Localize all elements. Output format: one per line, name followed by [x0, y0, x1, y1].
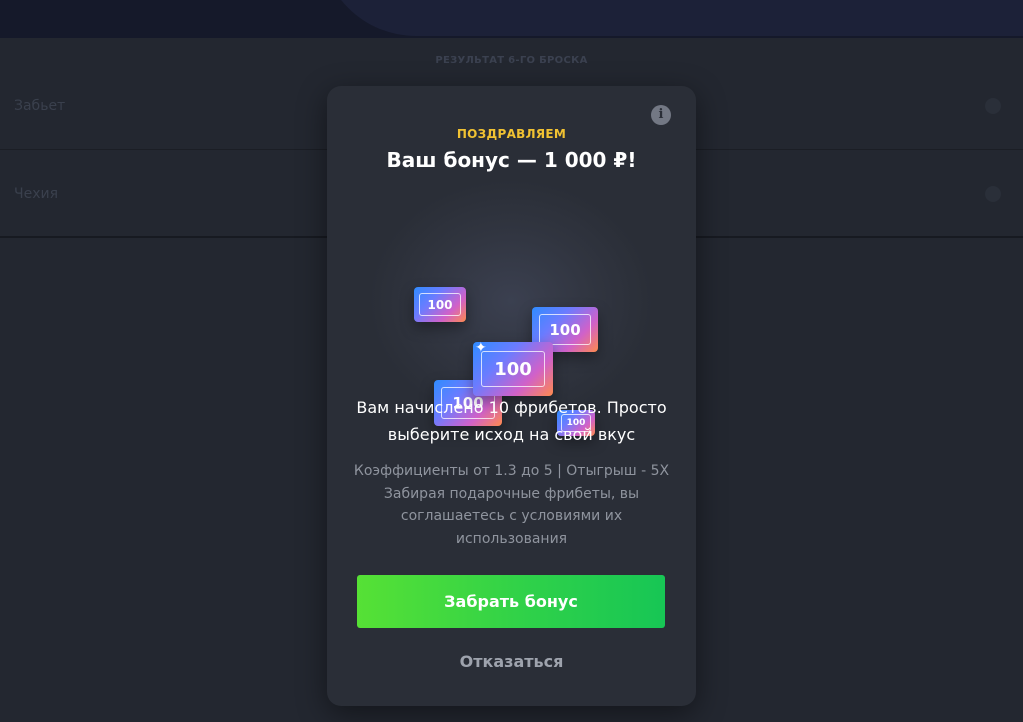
bonus-terms: Коэффициенты от 1.3 до 5 | Отыгрыш - 5Х …	[353, 463, 670, 547]
bonus-modal: i ПОЗДРАВЛЯЕМ Ваш бонус — 1 000 ₽! 100 1…	[327, 86, 696, 706]
app-header	[0, 0, 1023, 38]
bonus-description: Вам начислено 10 фрибетов. Просто выбери…	[356, 398, 667, 444]
decline-button[interactable]: Отказаться	[327, 652, 696, 671]
ticket-value: 100	[419, 292, 461, 317]
sparkle-icon: ✦	[475, 340, 487, 356]
outcome-label: Забьет	[14, 98, 66, 114]
ticket-value: 100	[481, 350, 545, 388]
outcome-radio[interactable]	[985, 98, 1001, 114]
claim-bonus-button[interactable]: Забрать бонус	[357, 575, 665, 628]
outcome-label: Чехия	[14, 186, 59, 202]
freebet-ticket: 100	[414, 287, 466, 322]
modal-title: Ваш бонус — 1 000 ₽!	[386, 148, 637, 172]
modal-overline: ПОЗДРАВЛЯЕМ	[456, 127, 567, 141]
info-icon[interactable]: i	[651, 105, 671, 125]
ticket-value: 100	[538, 314, 592, 345]
page: РЕЗУЛЬТАТ 6-ГО БРОСКА Забьет Чехия i ПОЗ…	[0, 0, 1023, 722]
outcome-radio[interactable]	[985, 186, 1001, 202]
header-decoration	[320, 0, 1023, 36]
